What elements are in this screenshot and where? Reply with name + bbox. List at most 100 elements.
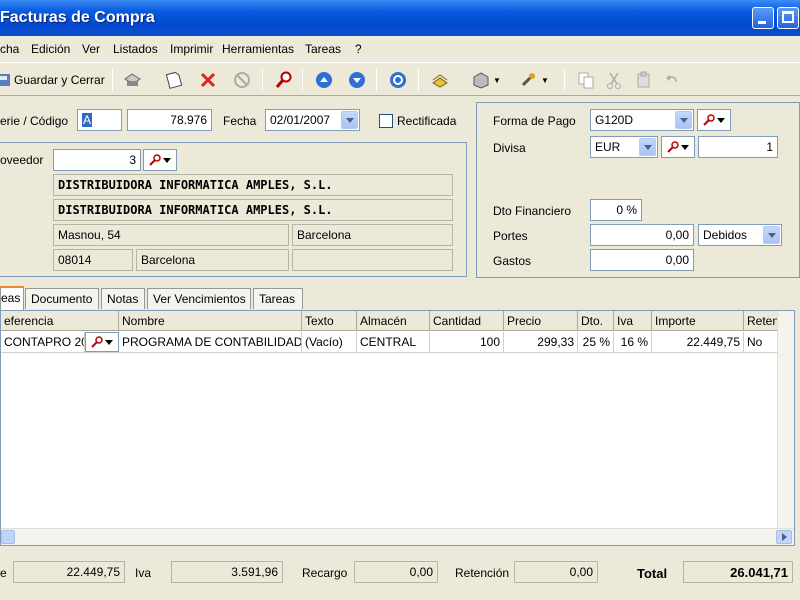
divisa-label: Divisa <box>493 141 526 155</box>
col-texto[interactable]: Texto <box>302 311 357 331</box>
cell-precio[interactable]: 299,33 <box>504 332 578 352</box>
fecha-input[interactable]: 02/01/2007 <box>265 109 360 131</box>
cell-nombre[interactable]: PROGRAMA DE CONTABILIDAD <box>119 332 302 352</box>
stack-icon <box>432 74 448 88</box>
vertical-scrollbar[interactable] <box>777 311 794 529</box>
cell-importe[interactable]: 22.449,75 <box>652 332 744 352</box>
tools-menu-button[interactable]: ▼ <box>514 69 554 91</box>
tab-documento[interactable]: Documento <box>25 288 99 309</box>
recargo-value: 0,00 <box>354 561 438 583</box>
tab-tareas[interactable]: Tareas <box>253 288 303 309</box>
cell-almacen[interactable]: CENTRAL <box>357 332 430 352</box>
dropdown-arrow-icon <box>717 117 725 123</box>
scroll-right-button[interactable] <box>776 530 792 544</box>
forma-pago-dropdown-button[interactable] <box>675 111 692 129</box>
search-icon <box>91 336 103 348</box>
cell-iva[interactable]: 16 % <box>614 332 652 352</box>
lines-grid[interactable]: eferencia Nombre Texto Almacén Cantidad … <box>0 310 795 546</box>
menu-imprimir[interactable]: Imprimir <box>170 42 213 56</box>
totals-bar: e 22.449,75 Iva 3.591,96 Recargo 0,00 Re… <box>0 548 800 600</box>
forma-pago-select[interactable]: G120D <box>590 109 694 131</box>
proveedor-lookup-button[interactable] <box>143 149 177 171</box>
menu-herramientas[interactable]: Herramientas <box>222 42 294 56</box>
toolbar-separator <box>418 69 419 91</box>
tab-ver-vencimientos[interactable]: Ver Vencimientos <box>147 288 251 309</box>
printer-icon <box>124 73 141 86</box>
search-button[interactable] <box>272 69 296 91</box>
recargo-label: Recargo <box>302 566 348 580</box>
horizontal-scrollbar[interactable] <box>1 528 794 545</box>
window-title: Facturas de Compra <box>0 9 155 26</box>
search-icon <box>275 71 292 88</box>
fecha-value: 02/01/2007 <box>270 113 331 127</box>
dropdown-arrow-icon <box>681 144 689 150</box>
paste-button[interactable] <box>632 69 656 91</box>
menu-listados[interactable]: Listados <box>113 42 158 56</box>
dropdown-arrow-icon: ▼ <box>541 75 549 85</box>
portes-tipo-select[interactable]: Debidos <box>698 224 782 246</box>
menu-help[interactable]: ? <box>355 42 362 56</box>
scroll-thumb[interactable] <box>1 530 15 544</box>
portes-input[interactable]: 0,00 <box>590 224 694 246</box>
portes-tipo-dropdown-button[interactable] <box>763 226 780 244</box>
forma-pago-value: G120D <box>595 113 634 127</box>
proveedor-code-input[interactable]: 3 <box>53 149 141 171</box>
documents-button[interactable] <box>428 69 452 91</box>
delete-button[interactable] <box>196 69 220 91</box>
col-iva[interactable]: Iva <box>614 311 652 331</box>
box-menu-button[interactable]: ▼ <box>466 69 506 91</box>
tab-lineas[interactable]: eas <box>0 286 24 310</box>
col-cantidad[interactable]: Cantidad <box>430 311 504 331</box>
menu-bar: cha Edición Ver Listados Imprimir Herram… <box>0 38 800 60</box>
maximize-button[interactable] <box>777 7 799 29</box>
forma-pago-lookup-button[interactable] <box>697 109 731 131</box>
search-icon <box>703 114 715 126</box>
cancel-button[interactable] <box>230 69 254 91</box>
fecha-label: Fecha <box>223 114 257 128</box>
iva-value: 3.591,96 <box>171 561 283 583</box>
tab-strip: eas Documento Notas Ver Vencimientos Tar… <box>0 286 800 310</box>
divisa-dropdown-button[interactable] <box>639 138 656 156</box>
proveedor-address-field: Masnou, 54 <box>53 224 289 246</box>
cell-referencia[interactable]: CONTAPRO 200 <box>1 332 85 352</box>
col-almacen[interactable]: Almacén <box>357 311 430 331</box>
row-lookup-button[interactable] <box>85 332 119 352</box>
tab-notas[interactable]: Notas <box>101 288 145 309</box>
next-button[interactable] <box>345 69 369 91</box>
undo-button[interactable] <box>660 69 684 91</box>
cell-texto[interactable]: (Vacío) <box>302 332 357 352</box>
dto-financiero-input[interactable]: 0 % <box>590 199 642 221</box>
cambio-input[interactable]: 1 <box>698 136 778 158</box>
codigo-input[interactable]: 78.976 <box>127 109 212 131</box>
col-nombre[interactable]: Nombre <box>119 311 302 331</box>
menu-tareas[interactable]: Tareas <box>305 42 341 56</box>
divisa-lookup-button[interactable] <box>661 136 695 158</box>
menu-ficha[interactable]: cha <box>0 42 19 56</box>
refresh-button[interactable] <box>386 69 410 91</box>
cell-cantidad[interactable]: 100 <box>430 332 504 352</box>
menu-edicion[interactable]: Edición <box>31 42 70 56</box>
table-row[interactable]: CONTAPRO 200 PROGRAMA DE CONTABILIDAD (V… <box>1 332 794 353</box>
save-close-button[interactable]: Guardar y Cerrar <box>0 69 105 91</box>
divisa-select[interactable]: EUR <box>590 136 658 158</box>
date-dropdown-button[interactable] <box>341 111 358 129</box>
cell-dto[interactable]: 25 % <box>578 332 614 352</box>
serie-value: A <box>82 113 93 127</box>
copy-button[interactable] <box>574 69 598 91</box>
tools-icon <box>521 73 536 87</box>
refresh-icon <box>390 72 406 88</box>
print-button[interactable] <box>120 69 144 91</box>
dto-financiero-label: Dto Financiero <box>493 204 572 218</box>
previous-button[interactable] <box>312 69 336 91</box>
preview-button[interactable] <box>162 69 186 91</box>
cut-button[interactable] <box>602 69 626 91</box>
gastos-input[interactable]: 0,00 <box>590 249 694 271</box>
rectificada-checkbox[interactable] <box>379 114 393 128</box>
serie-input[interactable]: A <box>77 109 122 131</box>
menu-ver[interactable]: Ver <box>82 42 100 56</box>
col-dto[interactable]: Dto. <box>578 311 614 331</box>
minimize-button[interactable] <box>752 7 774 29</box>
col-precio[interactable]: Precio <box>504 311 578 331</box>
col-importe[interactable]: Importe <box>652 311 744 331</box>
col-referencia[interactable]: eferencia <box>1 311 119 331</box>
